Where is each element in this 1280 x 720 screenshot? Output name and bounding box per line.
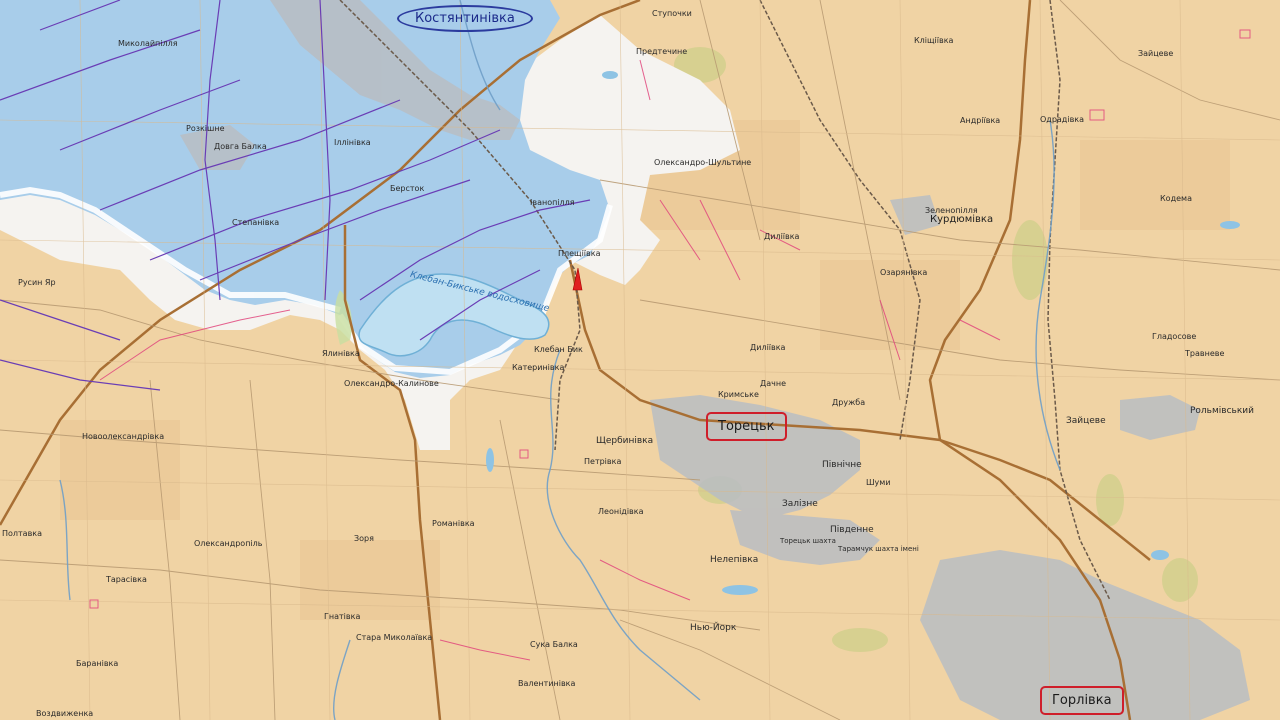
place-label: Валентинівка <box>518 679 576 688</box>
place-label: Південне <box>830 525 874 535</box>
place-label: Щербинівка <box>596 436 654 446</box>
place-label: Дачне <box>760 379 787 388</box>
place-label: Клебан Бик <box>534 345 583 354</box>
place-label: Ялинівка <box>322 349 360 358</box>
place-label: Торецьк шахта <box>780 537 836 545</box>
map-view[interactable]: Костянтинівка Торецьк Горлівка Клебан-Би… <box>0 0 1280 720</box>
place-label: Плещіївка <box>558 249 601 258</box>
place-label: Гнатівка <box>324 612 361 621</box>
place-label: Тарасівка <box>106 575 147 584</box>
place-label: Курдюмівка <box>930 214 994 225</box>
place-label: Кодема <box>1160 194 1192 203</box>
place-label: Нелепівка <box>710 555 759 565</box>
place-label: Олександропіль <box>194 539 263 548</box>
place-label: Олександро-Шультине <box>654 158 752 167</box>
place-label: Довга Балка <box>214 142 267 151</box>
place-label: Травневе <box>1185 349 1225 358</box>
place-label: Андріївка <box>960 116 1001 125</box>
place-label: Русин Яр <box>18 278 56 287</box>
label-kostiantynivka[interactable]: Костянтинівка <box>397 5 533 32</box>
place-label: Ступочки <box>652 9 692 18</box>
place-label: Олександро-Калинове <box>344 379 439 388</box>
place-label: Леонідівка <box>598 507 644 516</box>
label-horlivka[interactable]: Горлівка <box>1040 686 1124 715</box>
place-label: Дилiївка <box>764 232 800 241</box>
place-label: Степанівка <box>232 218 280 227</box>
place-label: Тарамчук шахта імені <box>838 545 919 553</box>
place-label: Предтечине <box>636 47 688 56</box>
place-label: Диліївка <box>750 343 786 352</box>
map-base <box>0 0 1280 720</box>
place-label: Кримське <box>718 390 759 399</box>
place-label: Рольмівський <box>1190 406 1254 416</box>
place-label: Романівка <box>432 519 475 528</box>
place-label: Нью-Йорк <box>690 623 737 633</box>
place-label: Зайцеве <box>1138 49 1174 58</box>
place-label: Клiщіївка <box>914 36 954 45</box>
place-label: Миколайпілля <box>118 39 178 48</box>
place-label: Воздвиженка <box>36 709 94 718</box>
place-label: Берсток <box>390 184 425 193</box>
place-label: Іванопілля <box>530 198 575 207</box>
place-label: Гладосове <box>1152 332 1197 341</box>
place-label: Зеленопілля <box>925 206 978 215</box>
place-label: Стара Миколаївка <box>356 633 433 642</box>
place-label: Залізне <box>782 499 818 509</box>
place-label: Північне <box>822 460 862 470</box>
place-label: Зайцеве <box>1066 416 1106 426</box>
place-label: Баранівка <box>76 659 119 668</box>
place-label: Дружба <box>832 398 866 407</box>
place-label: Петрівка <box>584 457 622 466</box>
place-label: Розкішне <box>186 124 225 133</box>
label-toretsk[interactable]: Торецьк <box>706 412 787 441</box>
place-label: Шуми <box>866 478 891 487</box>
place-label: Новоолександрівка <box>82 432 165 441</box>
place-label: Зоря <box>354 534 374 543</box>
place-label: Іллінівка <box>334 138 371 147</box>
place-label: Озарянівка <box>880 268 928 277</box>
place-label: Сука Балка <box>530 640 578 649</box>
place-label: Полтавка <box>2 529 43 538</box>
place-label: Катеринівка <box>512 363 565 372</box>
place-label: Одрадівка <box>1040 115 1085 124</box>
